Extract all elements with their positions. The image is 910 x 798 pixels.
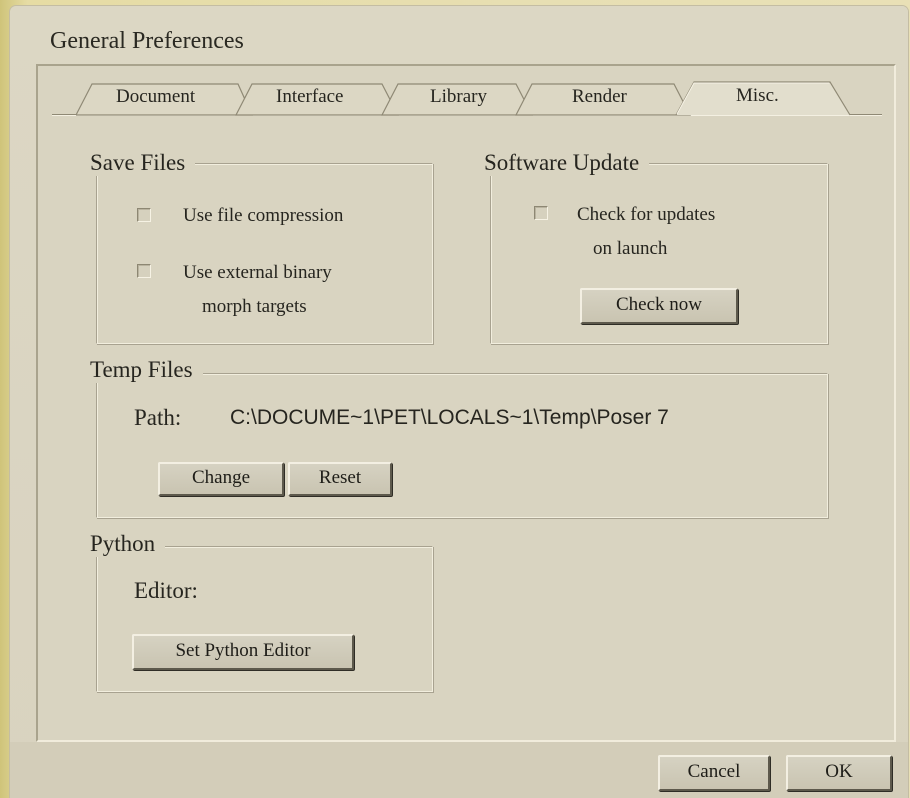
check-updates-label-line1: Check for updates: [577, 204, 716, 225]
save-files-heading: Save Files: [90, 150, 196, 176]
python-group: [96, 546, 433, 692]
tab-misc[interactable]: Misc.: [736, 85, 779, 107]
python-editor-label: Editor:: [134, 578, 198, 603]
reset-path-button[interactable]: Reset: [288, 462, 392, 496]
tab-interface[interactable]: Interface: [276, 86, 344, 108]
tab-bar: Document Interface Library Render Misc.: [52, 80, 882, 116]
binary-morph-label-line2: morph targets: [202, 296, 307, 317]
check-now-button[interactable]: Check now: [580, 288, 738, 324]
check-updates-label-line2: on launch: [593, 238, 668, 259]
binary-morph-label-line1: Use external binary: [183, 262, 332, 283]
python-heading: Python: [90, 531, 166, 557]
dialog-title: General Preferences: [50, 28, 244, 54]
cancel-button[interactable]: Cancel: [658, 755, 770, 791]
temp-path-value: C:\DOCUME~1\PET\LOCALS~1\Temp\Poser 7: [230, 406, 669, 429]
ok-button[interactable]: OK: [786, 755, 892, 791]
temp-path-label: Path:: [134, 405, 182, 430]
check-updates-checkbox[interactable]: [534, 206, 548, 220]
tab-library[interactable]: Library: [430, 86, 487, 108]
temp-files-group: [96, 373, 828, 518]
tab-document[interactable]: Document: [116, 86, 195, 108]
software-update-heading: Software Update: [484, 150, 650, 176]
tab-render[interactable]: Render: [572, 86, 627, 108]
dialog-footer: [10, 742, 908, 798]
file-compression-checkbox[interactable]: [137, 208, 151, 222]
binary-morph-checkbox[interactable]: [137, 264, 151, 278]
set-python-editor-button[interactable]: Set Python Editor: [132, 634, 354, 670]
file-compression-label: Use file compression: [183, 205, 344, 226]
change-path-button[interactable]: Change: [158, 462, 284, 496]
temp-files-heading: Temp Files: [90, 357, 203, 383]
